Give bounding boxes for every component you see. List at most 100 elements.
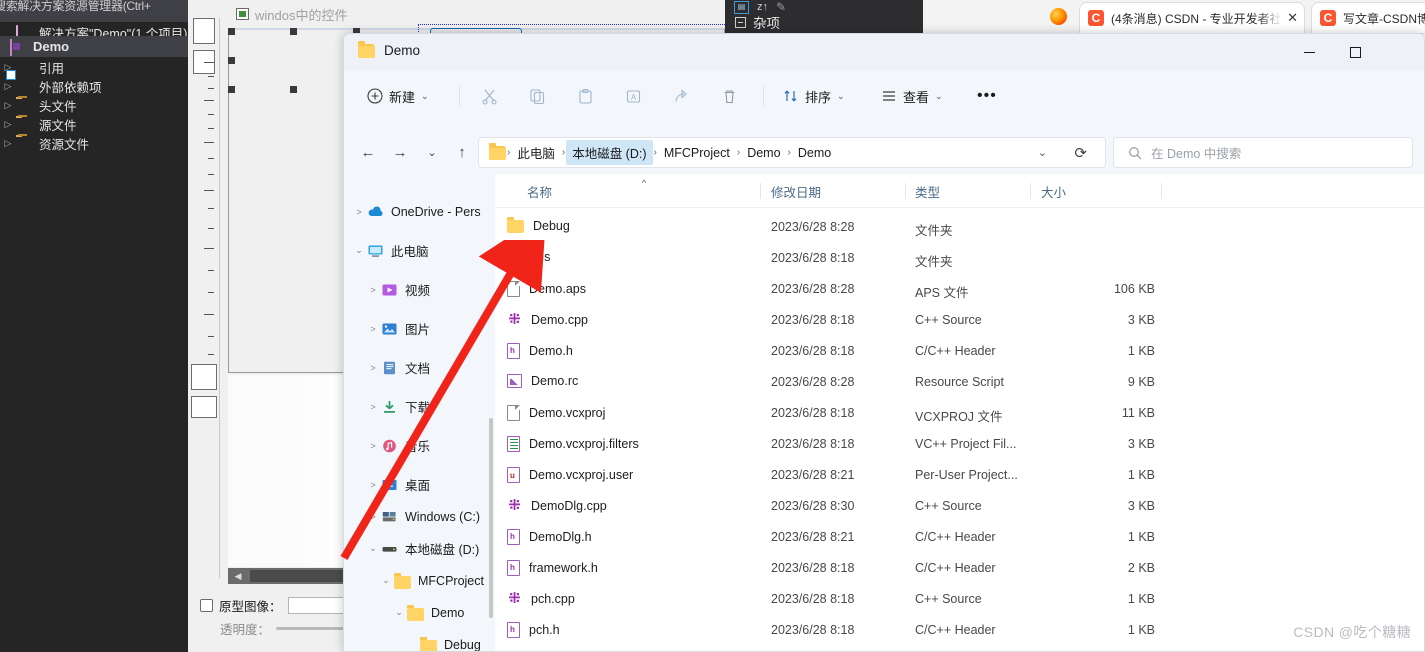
chevron-right-icon[interactable]: ▷ <box>0 81 16 92</box>
copy-button[interactable] <box>522 80 553 112</box>
column-header-date[interactable]: 修改日期 <box>771 182 821 201</box>
file-name-cell[interactable]: res <box>507 248 550 264</box>
table-row[interactable]: ⁜ DemoDlg.cpp 2023/6/28 8:30 C++ Source … <box>495 491 1424 522</box>
table-row[interactable]: Demo.vcxproj 2023/6/28 8:18 VCXPROJ 文件 1… <box>495 398 1424 429</box>
explorer-titlebar[interactable]: Demo <box>344 34 1424 70</box>
chevron-right-icon[interactable]: ▷ <box>0 138 16 149</box>
nav-item-local-disk-d[interactable]: ⌄ 本地磁盘 (D:) <box>345 533 495 564</box>
address-bar[interactable]: › 此电脑 › 本地磁盘 (D:) › MFCProject › Demo › … <box>478 137 1106 168</box>
chevron-right-icon[interactable]: ▷ <box>0 119 16 130</box>
table-row[interactable]: Demo.h 2023/6/28 8:18 C/C++ Header 1 KB <box>495 336 1424 367</box>
table-row[interactable]: pch.h 2023/6/28 8:18 C/C++ Header 1 KB <box>495 615 1424 646</box>
properties-pencil-icon[interactable]: ✎ <box>776 0 786 14</box>
file-name-cell[interactable]: pch.h <box>507 622 560 638</box>
chevron-down-icon[interactable]: ⌄ <box>421 91 429 102</box>
nav-item-music[interactable]: > 音乐 <box>345 430 495 461</box>
sort-alpha-icon[interactable]: z↑ <box>757 1 768 13</box>
selection-handles[interactable] <box>228 28 360 93</box>
new-button[interactable]: 新建 ⌄ <box>360 80 436 112</box>
sort-button[interactable]: 排序 ⌄ <box>776 80 852 112</box>
categorized-view-icon[interactable]: ▤ <box>734 0 749 14</box>
file-name-cell[interactable]: ⁜ Demo.cpp <box>507 312 588 327</box>
nav-item-downloads[interactable]: > 下载 <box>345 391 495 422</box>
more-button[interactable]: ••• <box>970 80 1004 112</box>
vs-tree-item-references[interactable]: ▷ 引用 <box>0 57 188 78</box>
chevron-down-icon[interactable]: ⌄ <box>935 91 943 102</box>
chevron-down-icon[interactable]: ⌄ <box>837 91 845 102</box>
chevron-right-icon[interactable]: > <box>351 207 367 217</box>
nav-item-debug[interactable]: Debug <box>345 629 495 651</box>
nav-item-this-pc[interactable]: ⌄ 此电脑 <box>345 235 495 266</box>
chevron-down-icon[interactable]: ⌄ <box>351 245 367 256</box>
share-button[interactable] <box>666 80 697 112</box>
column-header-type[interactable]: 类型 <box>915 182 940 201</box>
nav-pane-scrollbar[interactable] <box>489 418 493 618</box>
scroll-left-icon[interactable]: ◀ <box>230 570 246 582</box>
rename-button[interactable]: A <box>618 80 649 112</box>
refresh-icon[interactable]: ⟳ <box>1074 144 1087 162</box>
chevron-right-icon[interactable]: > <box>365 363 381 373</box>
designer-tab-header[interactable]: windos中的控件 <box>228 2 725 26</box>
forward-button[interactable]: → <box>386 138 414 166</box>
table-row[interactable]: Demo.vcxproj.user 2023/6/28 8:21 Per-Use… <box>495 460 1424 491</box>
minimize-button[interactable] <box>1286 34 1332 70</box>
nav-item-onedrive[interactable]: > OneDrive - Pers <box>345 196 495 227</box>
column-header-name[interactable]: 名称 <box>527 182 552 201</box>
vs-tree-item-source-files[interactable]: ▷ 源文件 <box>0 114 188 135</box>
chevron-right-icon[interactable]: ▷ <box>0 100 16 111</box>
prototype-image-checkbox[interactable] <box>200 598 213 612</box>
nav-item-windows-c[interactable]: > Windows (C:) <box>345 501 495 532</box>
transparency-slider[interactable] <box>276 626 347 630</box>
close-icon[interactable]: ✕ <box>1287 10 1298 26</box>
chevron-right-icon[interactable]: > <box>365 285 381 295</box>
table-row[interactable]: ⁜ pch.cpp 2023/6/28 8:18 C++ Source 1 KB <box>495 584 1424 615</box>
chevron-right-icon[interactable]: > <box>365 441 381 451</box>
file-name-cell[interactable]: Demo.aps <box>507 281 586 297</box>
column-divider[interactable] <box>905 183 906 199</box>
file-name-cell[interactable]: Demo.vcxproj.filters <box>507 436 639 452</box>
table-row[interactable]: ⁜ Demo.cpp 2023/6/28 8:18 C++ Source 3 K… <box>495 305 1424 336</box>
breadcrumb-item-4[interactable]: Demo <box>792 143 837 163</box>
nav-item-pictures[interactable]: > 图片 <box>345 313 495 344</box>
recent-locations-button[interactable]: ⌄ <box>418 138 446 166</box>
table-row[interactable]: res 2023/6/28 8:18 文件夹 <box>495 243 1424 274</box>
chevron-right-icon[interactable]: > <box>365 324 381 334</box>
browser-tab-0[interactable]: C (4条消息) CSDN - 专业开发者社 ✕ <box>1080 3 1304 33</box>
chevron-right-icon[interactable]: > <box>365 402 381 412</box>
vs-properties-toolbar[interactable]: ▤ z↑ ✎ <box>728 0 868 14</box>
table-row[interactable]: DemoDlg.h 2023/6/28 8:21 C/C++ Header 1 … <box>495 522 1424 553</box>
vs-tree-item-header-files[interactable]: ▷ 头文件 <box>0 95 188 116</box>
nav-item-videos[interactable]: > 视频 <box>345 274 495 305</box>
view-button[interactable]: 查看 ⌄ <box>874 80 950 112</box>
nav-item-demo[interactable]: ⌄ Demo <box>345 597 495 628</box>
file-name-cell[interactable]: Demo.vcxproj <box>507 405 605 421</box>
paste-button[interactable] <box>570 80 601 112</box>
breadcrumb-item-0[interactable]: 此电脑 <box>511 140 561 165</box>
chevron-down-icon[interactable]: ⌄ <box>365 543 381 554</box>
file-name-cell[interactable]: Debug <box>507 217 570 233</box>
table-row[interactable]: Demo.aps 2023/6/28 8:28 APS 文件 106 KB <box>495 274 1424 305</box>
maximize-button[interactable] <box>1332 34 1378 70</box>
breadcrumb-item-1[interactable]: 本地磁盘 (D:) <box>566 140 653 165</box>
column-divider[interactable] <box>1030 183 1031 199</box>
nav-item-mfcproject[interactable]: ⌄ MFCProject <box>345 565 495 596</box>
nav-item-desktop[interactable]: > 桌面 <box>345 469 495 500</box>
back-button[interactable]: ← <box>354 138 382 166</box>
chevron-right-icon[interactable]: > <box>365 480 381 490</box>
column-divider[interactable] <box>1161 183 1162 199</box>
up-button[interactable]: ↑ <box>448 138 476 166</box>
chevron-right-icon[interactable]: > <box>365 512 381 522</box>
file-name-cell[interactable]: DemoDlg.h <box>507 529 592 545</box>
transparency-row[interactable]: 透明度： <box>220 617 347 639</box>
browser-tab-1[interactable]: C 写文章-CSDN博 <box>1312 3 1425 33</box>
chevron-down-icon[interactable]: ⌄ <box>378 575 394 586</box>
file-name-cell[interactable]: ⁜ DemoDlg.cpp <box>507 498 607 513</box>
file-name-cell[interactable]: Demo.vcxproj.user <box>507 467 633 483</box>
table-row[interactable]: framework.h 2023/6/28 8:18 C/C++ Header … <box>495 553 1424 584</box>
table-row[interactable]: Demo.vcxproj.filters 2023/6/28 8:18 VC++… <box>495 429 1424 460</box>
nav-item-documents[interactable]: > 文档 <box>345 352 495 383</box>
cut-button[interactable] <box>474 80 505 112</box>
delete-button[interactable] <box>714 80 745 112</box>
vs-tree-item-resource-files[interactable]: ▷ 资源文件 <box>0 133 188 154</box>
table-row[interactable]: Demo.rc 2023/6/28 8:28 Resource Script 9… <box>495 367 1424 398</box>
